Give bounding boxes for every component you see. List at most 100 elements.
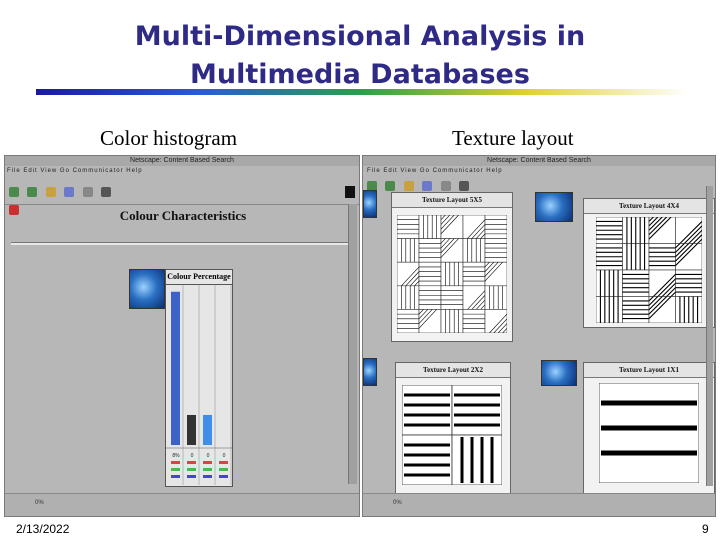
histogram-chart: 8% 0 0 0 bbox=[166, 285, 232, 485]
texture-cell bbox=[462, 261, 486, 287]
texture-cell bbox=[440, 261, 464, 287]
print-icon[interactable] bbox=[459, 181, 470, 191]
texture-layout-label: Texture Layout 4X4 bbox=[584, 199, 714, 214]
back-icon[interactable] bbox=[9, 187, 19, 197]
status-text: 0% bbox=[35, 500, 44, 506]
texture-layout-4x4: Texture Layout 4X4 bbox=[583, 198, 715, 328]
toolbar bbox=[367, 178, 487, 209]
fish-thumbnail-icon[interactable] bbox=[363, 358, 377, 386]
texture-cell bbox=[402, 385, 453, 436]
texture-cell bbox=[462, 285, 486, 310]
texture-cell bbox=[418, 285, 442, 310]
texture-cell bbox=[397, 261, 420, 287]
window-title: Netscape: Content Based Search bbox=[5, 156, 359, 166]
status-bar: 0% bbox=[5, 493, 359, 516]
texture-cell bbox=[484, 238, 507, 263]
rgb-value-mark bbox=[171, 475, 180, 478]
rgb-value-mark bbox=[171, 461, 180, 464]
slide-title-line1: Multi-Dimensional Analysis in bbox=[134, 21, 586, 52]
slide-title: Multi-Dimensional Analysis in Multimedia… bbox=[0, 18, 720, 94]
texture-cell bbox=[418, 309, 442, 333]
texture-cell bbox=[397, 285, 420, 310]
colour-characteristics-heading: Colour Characteristics bbox=[119, 208, 247, 223]
texture-cell bbox=[402, 434, 453, 485]
caption-texture-layout: Texture layout bbox=[452, 126, 574, 150]
texture-layout-window: Netscape: Content Based Search File Edit… bbox=[362, 155, 716, 517]
vertical-scrollbar[interactable] bbox=[348, 204, 357, 484]
rgb-value-mark bbox=[171, 468, 180, 471]
texture-grid-2x2 bbox=[402, 385, 502, 485]
title-gradient-rule bbox=[36, 89, 688, 95]
rgb-value-mark bbox=[203, 475, 212, 478]
texture-cell bbox=[418, 261, 442, 287]
bar-label: 8% bbox=[172, 453, 180, 459]
rgb-value-mark bbox=[219, 461, 228, 464]
texture-grid-4x4 bbox=[596, 217, 702, 323]
status-bar: 0% bbox=[363, 493, 715, 516]
texture-layout-5x5: Texture Layout 5X5 bbox=[391, 192, 513, 342]
forward-icon[interactable] bbox=[27, 187, 38, 197]
rgb-value-mark bbox=[203, 461, 212, 464]
histogram-bar bbox=[203, 414, 212, 445]
texture-grid-5x5 bbox=[397, 215, 507, 333]
texture-cell bbox=[440, 238, 464, 263]
color-histogram-window: Netscape: Content Based Search File Edit… bbox=[4, 155, 360, 517]
vertical-scrollbar[interactable] bbox=[706, 186, 713, 486]
fish-thumbnail-icon[interactable] bbox=[129, 269, 165, 309]
texture-grid-1x1 bbox=[599, 383, 699, 483]
fish-thumbnail-icon[interactable] bbox=[535, 192, 573, 222]
fish-thumbnail-icon[interactable] bbox=[363, 190, 377, 218]
texture-cell bbox=[462, 238, 486, 263]
table-header: Colour Percentage bbox=[166, 270, 232, 285]
home-icon[interactable] bbox=[422, 181, 433, 191]
caption-color-histogram: Color histogram bbox=[100, 126, 238, 150]
texture-cell bbox=[484, 215, 507, 239]
rgb-value-mark bbox=[219, 468, 228, 471]
rgb-value-mark bbox=[187, 468, 196, 471]
bar-label: 0 bbox=[191, 453, 194, 459]
colour-percentage-table: Colour Percentage 8% 0 0 0 bbox=[165, 269, 233, 487]
texture-cell bbox=[397, 215, 420, 239]
print-icon[interactable] bbox=[101, 187, 112, 197]
texture-layout-label: Texture Layout 5X5 bbox=[392, 193, 512, 208]
histogram-bar bbox=[187, 414, 196, 445]
bar-label: 0 bbox=[207, 453, 210, 459]
search-icon[interactable] bbox=[82, 187, 93, 197]
texture-cell bbox=[599, 383, 699, 483]
rgb-value-mark bbox=[203, 468, 212, 471]
texture-cell bbox=[484, 261, 507, 287]
texture-layout-1x1: Texture Layout 1X1 bbox=[583, 362, 715, 494]
reload-icon[interactable] bbox=[45, 187, 56, 197]
slide-page-number: 9 bbox=[702, 522, 709, 536]
texture-cell bbox=[462, 215, 486, 239]
rgb-value-mark bbox=[187, 461, 196, 464]
texture-cell bbox=[451, 385, 502, 436]
texture-cell bbox=[462, 309, 486, 333]
texture-cell bbox=[440, 285, 464, 310]
rgb-value-mark bbox=[219, 475, 228, 478]
netscape-logo-icon bbox=[345, 186, 355, 198]
rgb-value-mark bbox=[187, 475, 196, 478]
slide-date: 2/13/2022 bbox=[16, 522, 70, 536]
texture-cell bbox=[397, 238, 420, 263]
histogram-bar bbox=[171, 291, 180, 445]
forward-icon[interactable] bbox=[385, 181, 396, 191]
texture-cell bbox=[484, 309, 507, 333]
home-icon[interactable] bbox=[64, 187, 75, 197]
horizontal-rule bbox=[11, 242, 349, 245]
texture-layout-label: Texture Layout 2X2 bbox=[396, 363, 510, 378]
window-title: Netscape: Content Based Search bbox=[363, 156, 715, 166]
texture-cell bbox=[440, 309, 464, 333]
texture-cell bbox=[418, 215, 442, 239]
texture-cell bbox=[397, 309, 420, 333]
menu-bar[interactable]: File Edit View Go Communicator Help bbox=[7, 168, 143, 174]
texture-cell bbox=[418, 238, 442, 263]
menu-bar[interactable]: File Edit View Go Communicator Help bbox=[367, 168, 503, 174]
reload-icon[interactable] bbox=[403, 181, 414, 191]
search-icon[interactable] bbox=[440, 181, 451, 191]
toolbar bbox=[9, 184, 129, 215]
texture-cell bbox=[451, 434, 502, 485]
fish-thumbnail-icon[interactable] bbox=[541, 360, 577, 386]
texture-layout-label: Texture Layout 1X1 bbox=[584, 363, 714, 378]
texture-layout-2x2: Texture Layout 2X2 bbox=[395, 362, 511, 494]
